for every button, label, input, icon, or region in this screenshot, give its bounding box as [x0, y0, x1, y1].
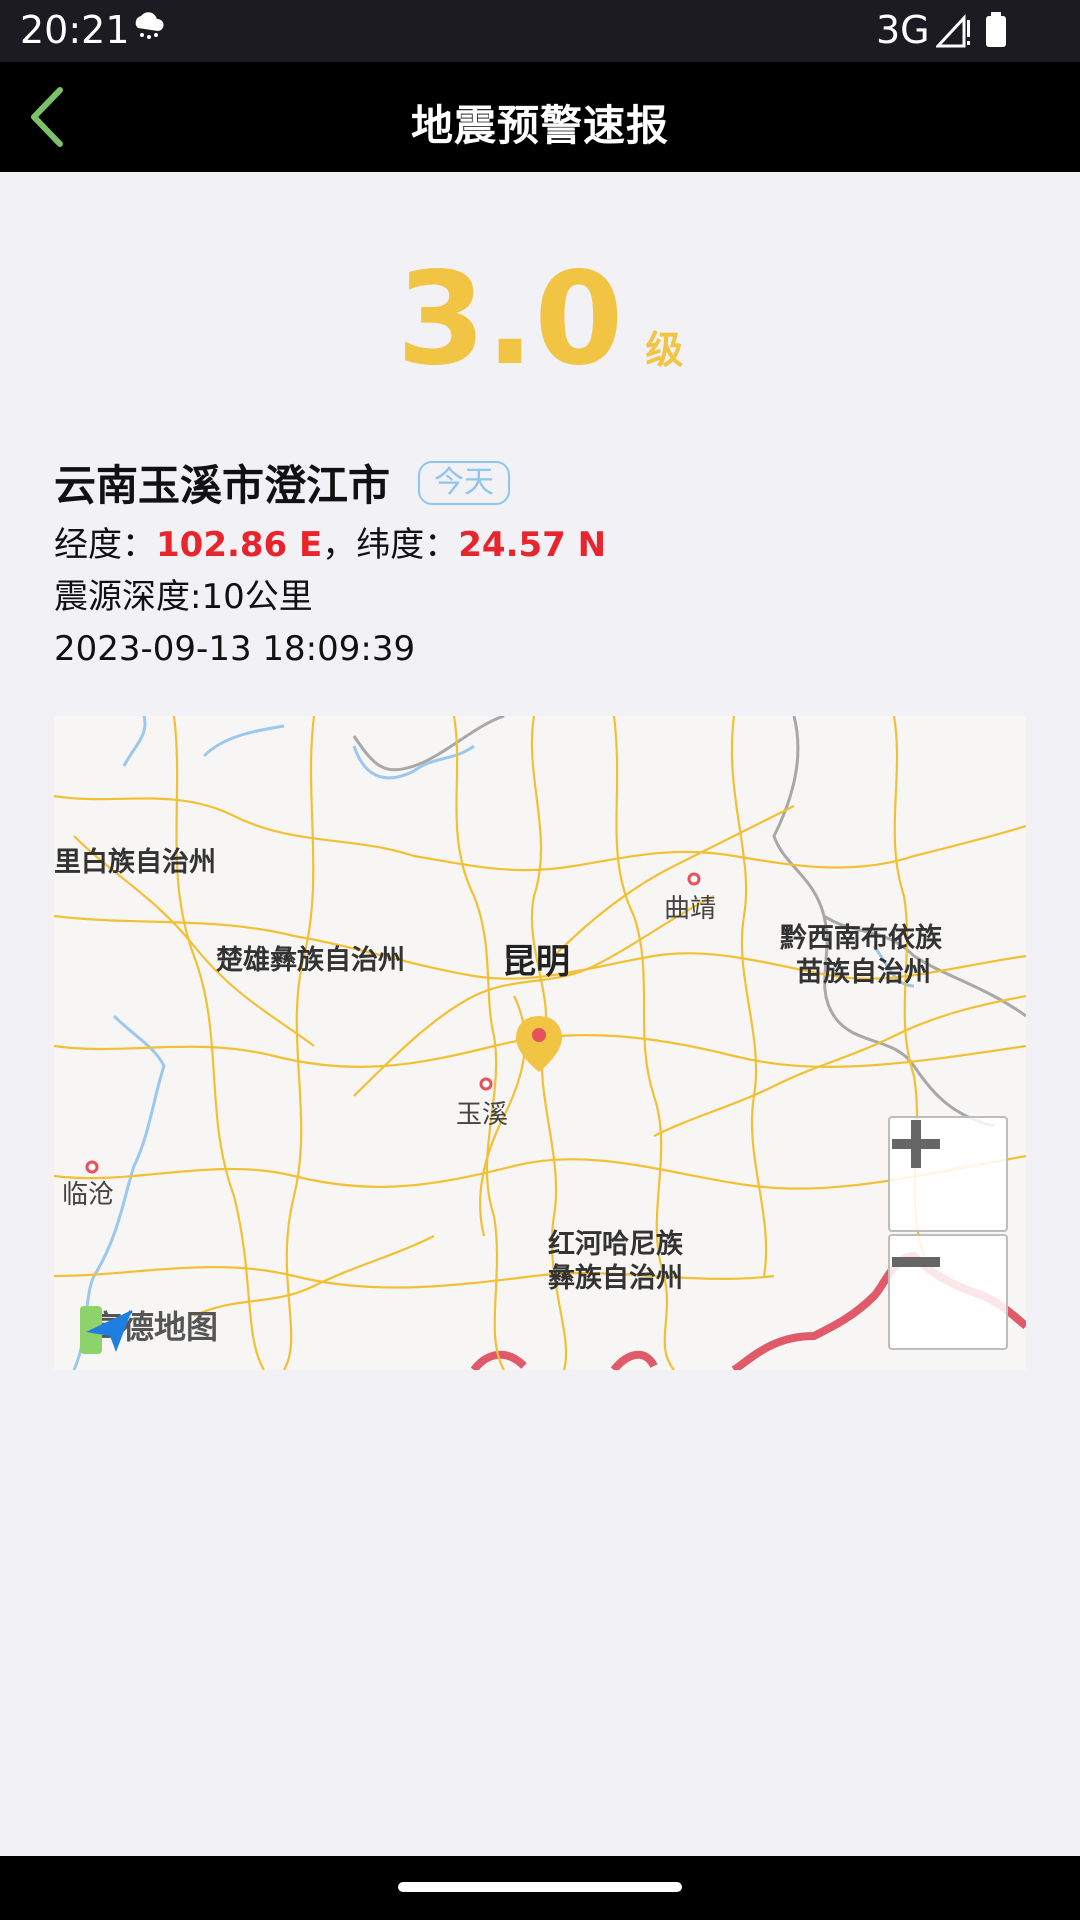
- home-handle[interactable]: [398, 1882, 682, 1892]
- map-label-honghe-2: 彝族自治州: [548, 1263, 683, 1294]
- datetime: 2023-09-13 18:09:39: [54, 629, 416, 669]
- map-roads: [54, 716, 1026, 1370]
- navigation-bar: [0, 1856, 1080, 1920]
- status-time: 20:21: [20, 8, 130, 52]
- map-label-lincang: 临沧: [62, 1180, 115, 1210]
- location-name: 云南玉溪市澄江市: [54, 461, 391, 510]
- magnitude-value: 3.0: [396, 245, 624, 394]
- battery-icon: [984, 12, 1008, 52]
- minus-icon: [892, 1257, 940, 1267]
- network-type: 3G: [876, 8, 930, 52]
- latitude-label: 纬度：: [356, 525, 459, 565]
- status-bar: 20:21 3G: [0, 0, 1080, 62]
- cloud-snow-icon: [130, 10, 166, 44]
- map-label-dali: 里白族自治州: [54, 847, 216, 878]
- quake-info: 云南玉溪市澄江市 今天 经度：102.86 E，纬度：24.57 N 震源深度:…: [54, 452, 1034, 669]
- zoom-in-button[interactable]: [888, 1116, 1008, 1232]
- amap-logo-icon: [80, 1306, 132, 1354]
- page-title: 地震预警速报: [410, 101, 669, 150]
- map-label-kunming: 昆明: [502, 942, 570, 982]
- today-badge: 今天: [418, 460, 511, 505]
- signal-icon: [934, 14, 972, 52]
- coordinates: 经度：102.86 E，纬度：24.57 N: [54, 525, 1034, 565]
- depth: 震源深度:10公里: [54, 577, 313, 617]
- zoom-out-button[interactable]: [888, 1234, 1008, 1350]
- latitude-value: 24.57 N: [458, 525, 607, 565]
- map-label-qianxinan-2: 苗族自治州: [796, 957, 931, 988]
- map-label-chuxiong: 楚雄彝族自治州: [216, 945, 405, 976]
- amap-logo: 高德地图: [80, 1302, 218, 1354]
- map-label-yuxi: 玉溪: [456, 1100, 509, 1130]
- title-bar: 地震预警速报: [0, 62, 1080, 172]
- longitude-value: 102.86 E: [156, 525, 323, 565]
- map-label-qujing: 曲靖: [664, 894, 717, 924]
- magnitude-unit: 级: [645, 328, 684, 372]
- coord-separator: ，: [322, 525, 357, 565]
- epicenter-map[interactable]: 里白族自治州 楚雄彝族自治州 昆明 曲靖 黔西南布依族 苗族自治州 玉溪 临沧 …: [54, 716, 1026, 1370]
- longitude-label: 经度：: [54, 525, 156, 565]
- magnitude-display: 3.0 级: [0, 250, 1080, 390]
- plus-icon: [892, 1120, 940, 1168]
